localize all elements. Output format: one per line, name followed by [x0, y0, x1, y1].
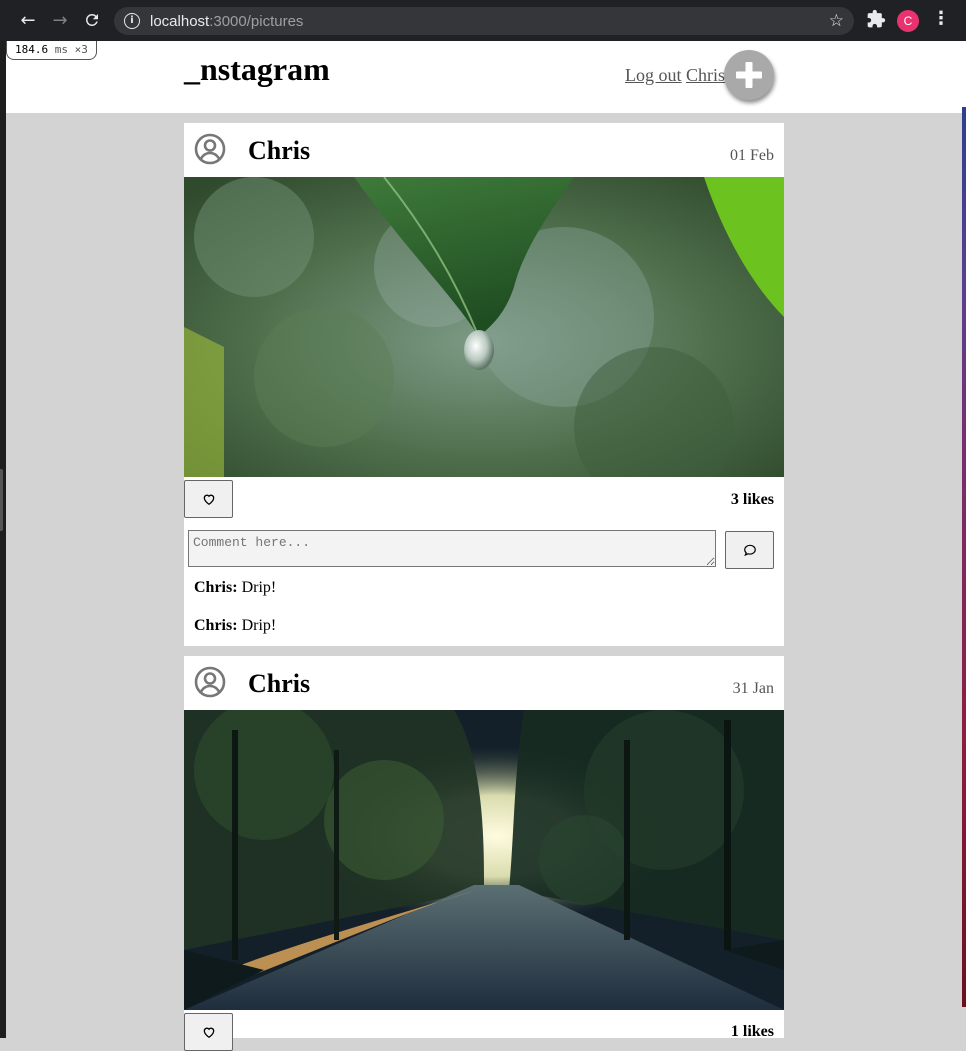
comment-text: Drip!	[241, 579, 277, 596]
post-author[interactable]: Chris	[248, 669, 310, 699]
comment-item: Chris: Drip!	[194, 579, 276, 597]
add-picture-button[interactable]	[724, 50, 774, 100]
post-image[interactable]	[184, 710, 784, 1010]
user-avatar-icon[interactable]	[194, 666, 226, 698]
comment-author[interactable]: Chris:	[194, 579, 238, 596]
header-nav: Log out Chris	[625, 65, 725, 86]
window-edge-right	[962, 107, 966, 1007]
like-button[interactable]	[184, 1013, 233, 1051]
back-arrow-icon[interactable]: ←	[18, 10, 38, 31]
reload-icon[interactable]	[82, 10, 102, 30]
logout-link[interactable]: Log out	[625, 65, 682, 85]
comment-submit-button[interactable]	[725, 531, 774, 569]
plus-icon	[736, 62, 762, 88]
comment-input[interactable]	[188, 530, 716, 567]
post-card: Chris 31 Jan 1 likes	[184, 656, 784, 1051]
comment-author[interactable]: Chris:	[194, 617, 238, 634]
comment-item: Chris: Drip!	[194, 617, 276, 635]
post-date: 01 Feb	[730, 147, 774, 164]
like-count: 3 likes	[730, 491, 774, 508]
site-header: _nstagram Log out Chris	[6, 41, 962, 113]
post-card: Chris 01 Feb 3 likes Comment here... Chr…	[184, 123, 784, 646]
site-logo[interactable]: _nstagram	[184, 51, 330, 88]
url-text: localhost:3000/pictures	[150, 12, 304, 30]
profile-avatar[interactable]: C	[897, 10, 919, 32]
comment-text: Drip!	[241, 617, 277, 634]
heart-icon	[203, 1027, 214, 1039]
forward-arrow-icon[interactable]: →	[50, 10, 70, 31]
post-image[interactable]	[184, 177, 784, 477]
perf-timing-badge: 184.6 ms ×3	[6, 41, 97, 60]
heart-icon	[203, 494, 214, 506]
like-count: 1 likes	[730, 1023, 774, 1040]
post-author[interactable]: Chris	[248, 136, 310, 166]
like-button[interactable]	[184, 480, 233, 518]
browser-menu-icon[interactable]: ⋮	[932, 8, 950, 29]
address-bar[interactable]: i localhost:3000/pictures ☆	[114, 7, 854, 35]
post-date: 31 Jan	[732, 680, 774, 697]
browser-toolbar: ← → i localhost:3000/pictures ☆ C ⋮	[0, 0, 966, 41]
window-edge-right-top	[962, 41, 966, 107]
user-profile-link[interactable]: Chris	[686, 65, 725, 85]
comment-bubble-icon	[743, 544, 756, 557]
extensions-puzzle-icon[interactable]	[866, 9, 886, 34]
user-avatar-icon[interactable]	[194, 133, 226, 165]
site-info-icon[interactable]: i	[124, 13, 140, 29]
bookmark-star-icon[interactable]: ☆	[829, 11, 844, 31]
